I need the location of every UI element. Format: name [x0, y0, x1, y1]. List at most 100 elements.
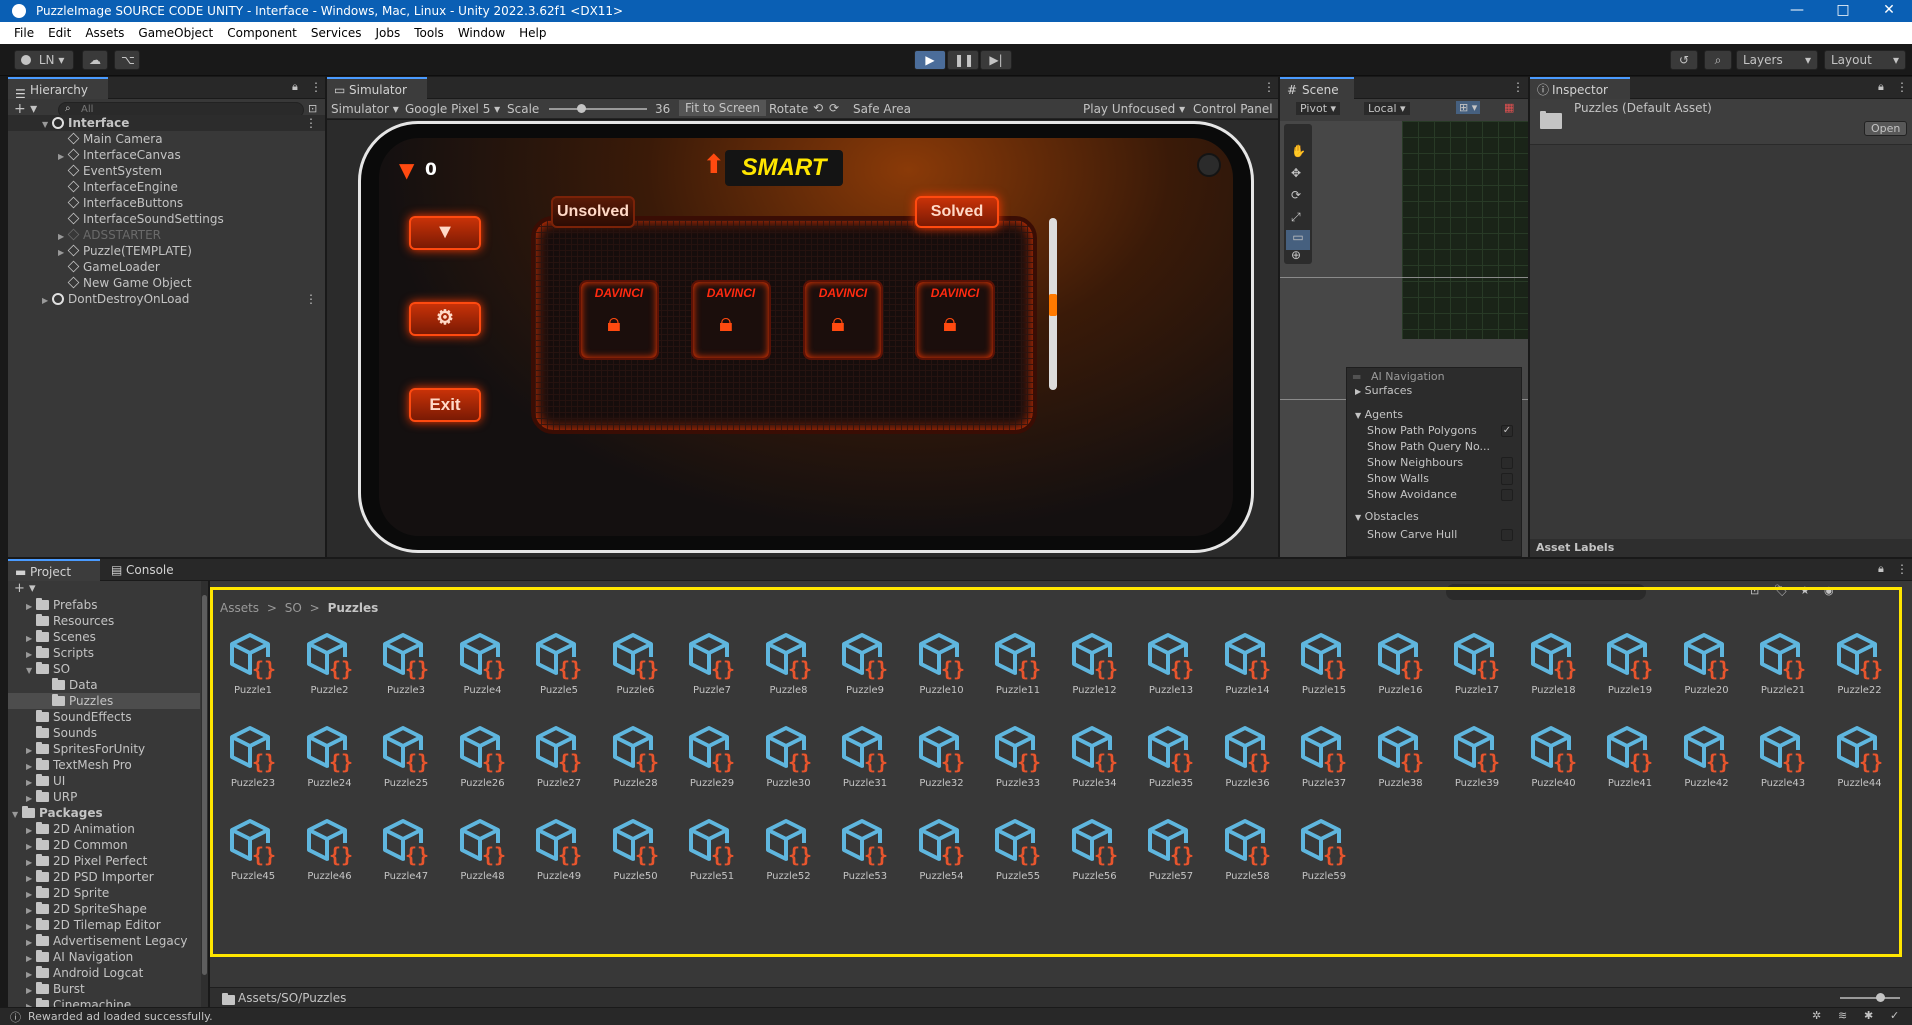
asset-item[interactable]: {} Puzzle47 [373, 817, 439, 891]
icon-size-slider[interactable] [1840, 993, 1900, 1002]
show-path-polygons-toggle[interactable]: Show Path Polygons [1367, 424, 1517, 438]
checkbox[interactable] [1501, 473, 1513, 485]
asset-item[interactable]: {} Puzzle35 [1138, 724, 1204, 798]
progress-icon[interactable]: ≋ [1838, 1009, 1847, 1022]
row-menu-icon[interactable]: ⋮ [305, 115, 317, 131]
grid-snap-icon[interactable]: ⊞ ▾ [1456, 101, 1481, 114]
menu-gameobject[interactable]: GameObject [131, 26, 220, 40]
tree-package[interactable]: ▶ 2D Animation [8, 821, 135, 837]
asset-item[interactable]: {} Puzzle44 [1827, 724, 1893, 798]
overlay-grip-icon[interactable]: ═ [1353, 370, 1360, 384]
hierarchy-item-disabled[interactable]: ▶ ADSSTARTER [8, 227, 161, 243]
tree-folder[interactable]: Sounds [8, 725, 97, 741]
device-dropdown[interactable]: Google Pixel 5 ▾ [405, 102, 500, 116]
tab-console[interactable]: ▤ Console [104, 559, 196, 581]
asset-item[interactable]: {} Puzzle34 [1062, 724, 1128, 798]
asset-item[interactable]: {} Puzzle58 [1215, 817, 1281, 891]
hierarchy-item[interactable]: InterfaceEngine [8, 179, 178, 195]
asset-item[interactable]: {} Puzzle23 [220, 724, 286, 798]
profile-dot[interactable] [1197, 153, 1221, 177]
show-carve-hull-toggle[interactable]: Show Carve Hull [1367, 528, 1517, 542]
asset-item[interactable]: {} Puzzle20 [1674, 631, 1740, 705]
pause-button[interactable]: ❚❚ [947, 50, 979, 70]
asset-item[interactable]: {} Puzzle43 [1750, 724, 1816, 798]
asset-item[interactable]: {} Puzzle4 [450, 631, 516, 705]
checkbox[interactable] [1501, 529, 1513, 541]
asset-item[interactable]: {} Puzzle30 [756, 724, 822, 798]
asset-item[interactable]: {} Puzzle56 [1062, 817, 1128, 891]
cloud-button[interactable]: ☁ [82, 50, 108, 70]
surfaces-foldout[interactable]: ▶ Surfaces [1355, 384, 1412, 398]
menu-services[interactable]: Services [304, 26, 369, 40]
asset-item[interactable]: {} Puzzle10 [909, 631, 975, 705]
safe-area-toggle[interactable]: Safe Area [853, 102, 911, 116]
panel-menu-icon[interactable]: ⋮ [1263, 80, 1275, 94]
menu-assets[interactable]: Assets [78, 26, 131, 40]
asset-item[interactable]: {} Puzzle38 [1368, 724, 1434, 798]
pivot-dropdown[interactable]: Pivot ▾ [1296, 102, 1341, 115]
tree-folder[interactable]: ▶ Scenes [8, 629, 96, 645]
asset-item[interactable]: {} Puzzle46 [297, 817, 363, 891]
menu-tools[interactable]: Tools [407, 26, 451, 40]
asset-item[interactable]: {} Puzzle22 [1827, 631, 1893, 705]
checkbox[interactable] [1501, 457, 1513, 469]
show-walls-toggle[interactable]: Show Walls [1367, 472, 1517, 486]
asset-item[interactable]: {} Puzzle3 [373, 631, 439, 705]
tree-folder[interactable]: ▼ SO [8, 661, 70, 677]
asset-item[interactable]: {} Puzzle19 [1597, 631, 1663, 705]
asset-item[interactable]: {} Puzzle39 [1444, 724, 1510, 798]
asset-item[interactable]: {} Puzzle26 [450, 724, 516, 798]
tree-folder[interactable]: ▶ URP [8, 789, 77, 805]
rect-tool-icon[interactable]: ▭ [1286, 230, 1310, 250]
asset-item[interactable]: {} Puzzle16 [1368, 631, 1434, 705]
puzzle-card-locked[interactable]: DAVINCI 🔒︎ [915, 280, 995, 360]
asset-item[interactable]: {} Puzzle21 [1750, 631, 1816, 705]
scene-row-dontdestroy[interactable]: ▶ DontDestroyOnLoad ⋮ [8, 291, 325, 307]
agents-foldout[interactable]: ▼ Agents [1355, 408, 1403, 422]
asset-item[interactable]: {} Puzzle42 [1674, 724, 1740, 798]
menu-window[interactable]: Window [451, 26, 512, 40]
bug-icon[interactable]: ✱ [1864, 1009, 1873, 1022]
minimize-button[interactable]: — [1774, 0, 1820, 22]
asset-item[interactable]: {} Puzzle31 [832, 724, 898, 798]
tree-package[interactable]: ▶ 2D Pixel Perfect [8, 853, 147, 869]
layers-dropdown[interactable]: Layers ▾ [1736, 50, 1818, 70]
scale-tool-icon[interactable]: ⤢ [1291, 210, 1301, 225]
breadcrumb-so[interactable]: SO [285, 601, 302, 615]
tree-folder[interactable]: ▶ Scripts [8, 645, 94, 661]
account-button[interactable]: LN ▾ [14, 50, 74, 70]
obstacles-foldout[interactable]: ▼ Obstacles [1355, 510, 1419, 524]
tree-folder-selected[interactable]: Puzzles [8, 693, 200, 709]
play-mode-dropdown[interactable]: Play Unfocused ▾ [1083, 102, 1185, 116]
menu-component[interactable]: Component [220, 26, 304, 40]
asset-item[interactable]: {} Puzzle59 [1291, 817, 1357, 891]
tree-package[interactable]: ▶ Burst [8, 981, 85, 997]
asset-item[interactable]: {} Puzzle51 [679, 817, 745, 891]
move-tool-icon[interactable]: ✥ [1291, 166, 1301, 180]
asset-item[interactable]: {} Puzzle27 [526, 724, 592, 798]
row-menu-icon[interactable]: ⋮ [305, 291, 317, 307]
control-panel-button[interactable]: Control Panel [1193, 102, 1273, 116]
rotate-left-icon[interactable]: ⟲ [813, 101, 823, 115]
asset-item[interactable]: {} Puzzle28 [603, 724, 669, 798]
asset-item[interactable]: {} Puzzle52 [756, 817, 822, 891]
show-neighbours-toggle[interactable]: Show Neighbours [1367, 456, 1517, 470]
tree-package[interactable]: ▶ Android Logcat [8, 965, 143, 981]
asset-item[interactable]: {} Puzzle13 [1138, 631, 1204, 705]
tree-folder[interactable]: SoundEffects [8, 709, 132, 725]
shop-button[interactable]: ▼ [409, 216, 481, 250]
step-button[interactable]: ▶| [980, 50, 1012, 70]
asset-item[interactable]: {} Puzzle6 [603, 631, 669, 705]
tree-scrollbar[interactable] [201, 581, 208, 1009]
show-avoidance-toggle[interactable]: Show Avoidance [1367, 488, 1517, 502]
checkbox-checked[interactable]: ✓ [1501, 425, 1513, 437]
scene-row-interface[interactable]: ▼ Interface ⋮ [8, 115, 325, 131]
rotate-tool-icon[interactable]: ⟳ [1291, 188, 1301, 202]
asset-item[interactable]: {} Puzzle57 [1138, 817, 1204, 891]
hand-tool-icon[interactable]: ✋ [1291, 144, 1306, 158]
asset-item[interactable]: {} Puzzle36 [1215, 724, 1281, 798]
lock-icon[interactable]: 🔒︎ [1878, 562, 1884, 576]
local-dropdown[interactable]: Local ▾ [1364, 102, 1410, 115]
asset-item[interactable]: {} Puzzle41 [1597, 724, 1663, 798]
show-path-query-toggle[interactable]: Show Path Query No... [1367, 440, 1517, 454]
